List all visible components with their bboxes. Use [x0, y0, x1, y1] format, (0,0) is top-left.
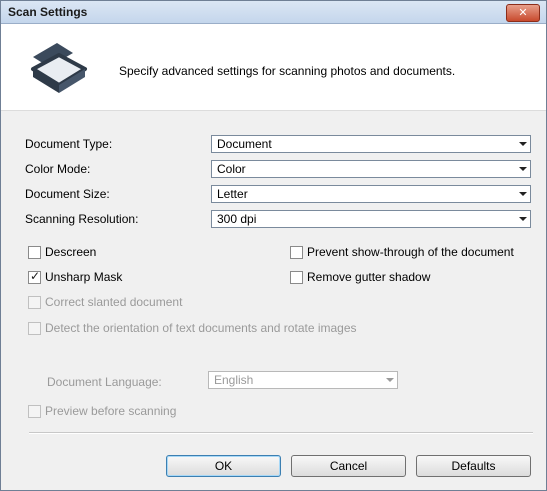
close-button[interactable]: ✕ [506, 4, 540, 22]
document-type-value: Document [217, 137, 272, 151]
scanning-resolution-label: Scanning Resolution: [25, 212, 139, 226]
checkbox-box [28, 246, 41, 259]
document-type-select[interactable]: Document [211, 135, 531, 153]
checkbox-box [28, 405, 41, 418]
checkbox-box [28, 296, 41, 309]
title-bar[interactable]: Scan Settings ✕ [1, 1, 546, 24]
document-language-value: English [214, 373, 254, 387]
scanning-resolution-value: 300 dpi [217, 212, 257, 226]
correct-slanted-label: Correct slanted document [45, 295, 183, 309]
scanner-icon [31, 43, 87, 93]
header-description: Specify advanced settings for scanning p… [119, 64, 456, 78]
cancel-button[interactable]: Cancel [291, 455, 406, 477]
document-size-select[interactable]: Letter [211, 185, 531, 203]
preview-before-scanning-label: Preview before scanning [45, 404, 177, 418]
divider [29, 432, 533, 434]
document-size-label: Document Size: [25, 187, 110, 201]
color-mode-label: Color Mode: [25, 162, 91, 176]
defaults-button[interactable]: Defaults [416, 455, 531, 477]
dialog-title: Scan Settings [8, 5, 88, 19]
document-size-value: Letter [217, 187, 248, 201]
scanning-resolution-select[interactable]: 300 dpi [211, 210, 531, 228]
prevent-show-through-label: Prevent show-through of the document [307, 245, 514, 259]
chevron-down-icon [519, 142, 527, 146]
chevron-down-icon [519, 217, 527, 221]
color-mode-value: Color [217, 162, 246, 176]
chevron-down-icon [519, 167, 527, 171]
document-language-label: Document Language: [47, 375, 162, 389]
chevron-down-icon [386, 378, 394, 382]
checkbox-box [28, 322, 41, 335]
scan-settings-dialog: Scan Settings ✕ Specify advanced setting… [0, 0, 547, 491]
ok-button[interactable]: OK [166, 455, 281, 477]
close-icon: ✕ [518, 7, 528, 19]
document-type-label: Document Type: [25, 137, 113, 151]
unsharp-mask-label: Unsharp Mask [45, 270, 123, 284]
remove-gutter-shadow-label: Remove gutter shadow [307, 270, 431, 284]
check-icon: ✓ [30, 269, 41, 283]
checkbox-box [290, 271, 303, 284]
document-language-select[interactable]: English [208, 371, 398, 389]
detect-orientation-label: Detect the orientation of text documents… [45, 321, 357, 335]
header-banner: Specify advanced settings for scanning p… [1, 24, 546, 111]
checkbox-box [290, 246, 303, 259]
checkbox-box: ✓ [28, 269, 41, 284]
chevron-down-icon [519, 192, 527, 196]
descreen-label: Descreen [45, 245, 97, 259]
color-mode-select[interactable]: Color [211, 160, 531, 178]
